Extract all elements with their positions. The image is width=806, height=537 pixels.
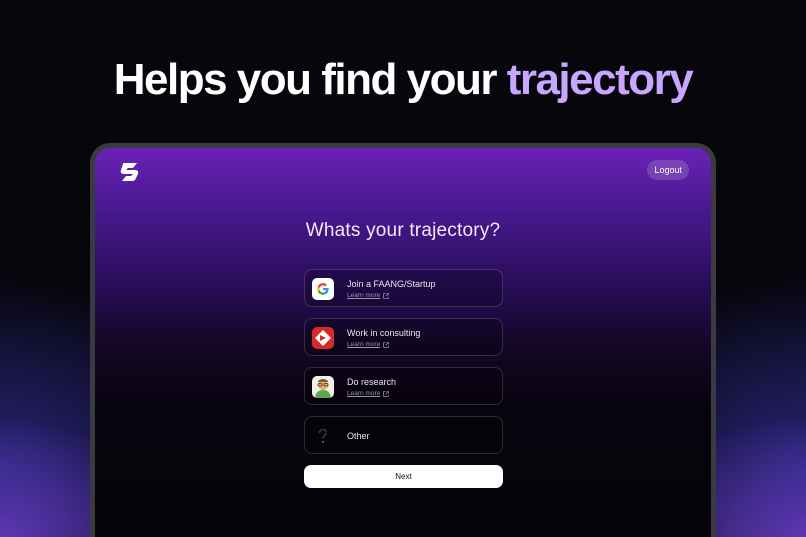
option-consulting[interactable]: Work in consulting Learn more xyxy=(304,318,503,356)
google-icon xyxy=(312,278,334,300)
question-mark-icon xyxy=(312,425,334,447)
consulting-icon xyxy=(312,327,334,349)
external-link-icon xyxy=(383,341,390,348)
learn-more-link[interactable]: Learn more xyxy=(347,390,390,397)
option-other[interactable]: Other xyxy=(304,416,503,454)
next-button[interactable]: Next xyxy=(304,465,503,488)
s-logo-icon[interactable] xyxy=(119,161,141,183)
external-link-icon xyxy=(383,390,390,397)
app-screen: Logout Whats your trajectory? Join a FAA… xyxy=(95,148,711,537)
headline-prefix: Helps you find your xyxy=(113,55,498,104)
learn-more-link[interactable]: Learn more xyxy=(347,292,390,299)
option-faang-startup[interactable]: Join a FAANG/Startup Learn more xyxy=(304,269,503,307)
option-title: Join a FAANG/Startup xyxy=(347,279,436,289)
option-research[interactable]: Do research Learn more xyxy=(304,367,503,405)
research-avatar-icon xyxy=(312,376,334,398)
learn-more-link[interactable]: Learn more xyxy=(347,341,390,348)
headline: Helps you find your trajectory xyxy=(0,55,806,105)
logout-button[interactable]: Logout xyxy=(647,160,689,180)
headline-accent: trajectory xyxy=(506,55,694,104)
external-link-icon xyxy=(383,292,390,299)
option-title: Other xyxy=(347,431,370,441)
device-frame: Logout Whats your trajectory? Join a FAA… xyxy=(90,143,716,537)
page-title: Whats your trajectory? xyxy=(305,220,501,241)
option-title: Do research xyxy=(347,377,397,387)
option-title: Work in consulting xyxy=(347,328,421,338)
